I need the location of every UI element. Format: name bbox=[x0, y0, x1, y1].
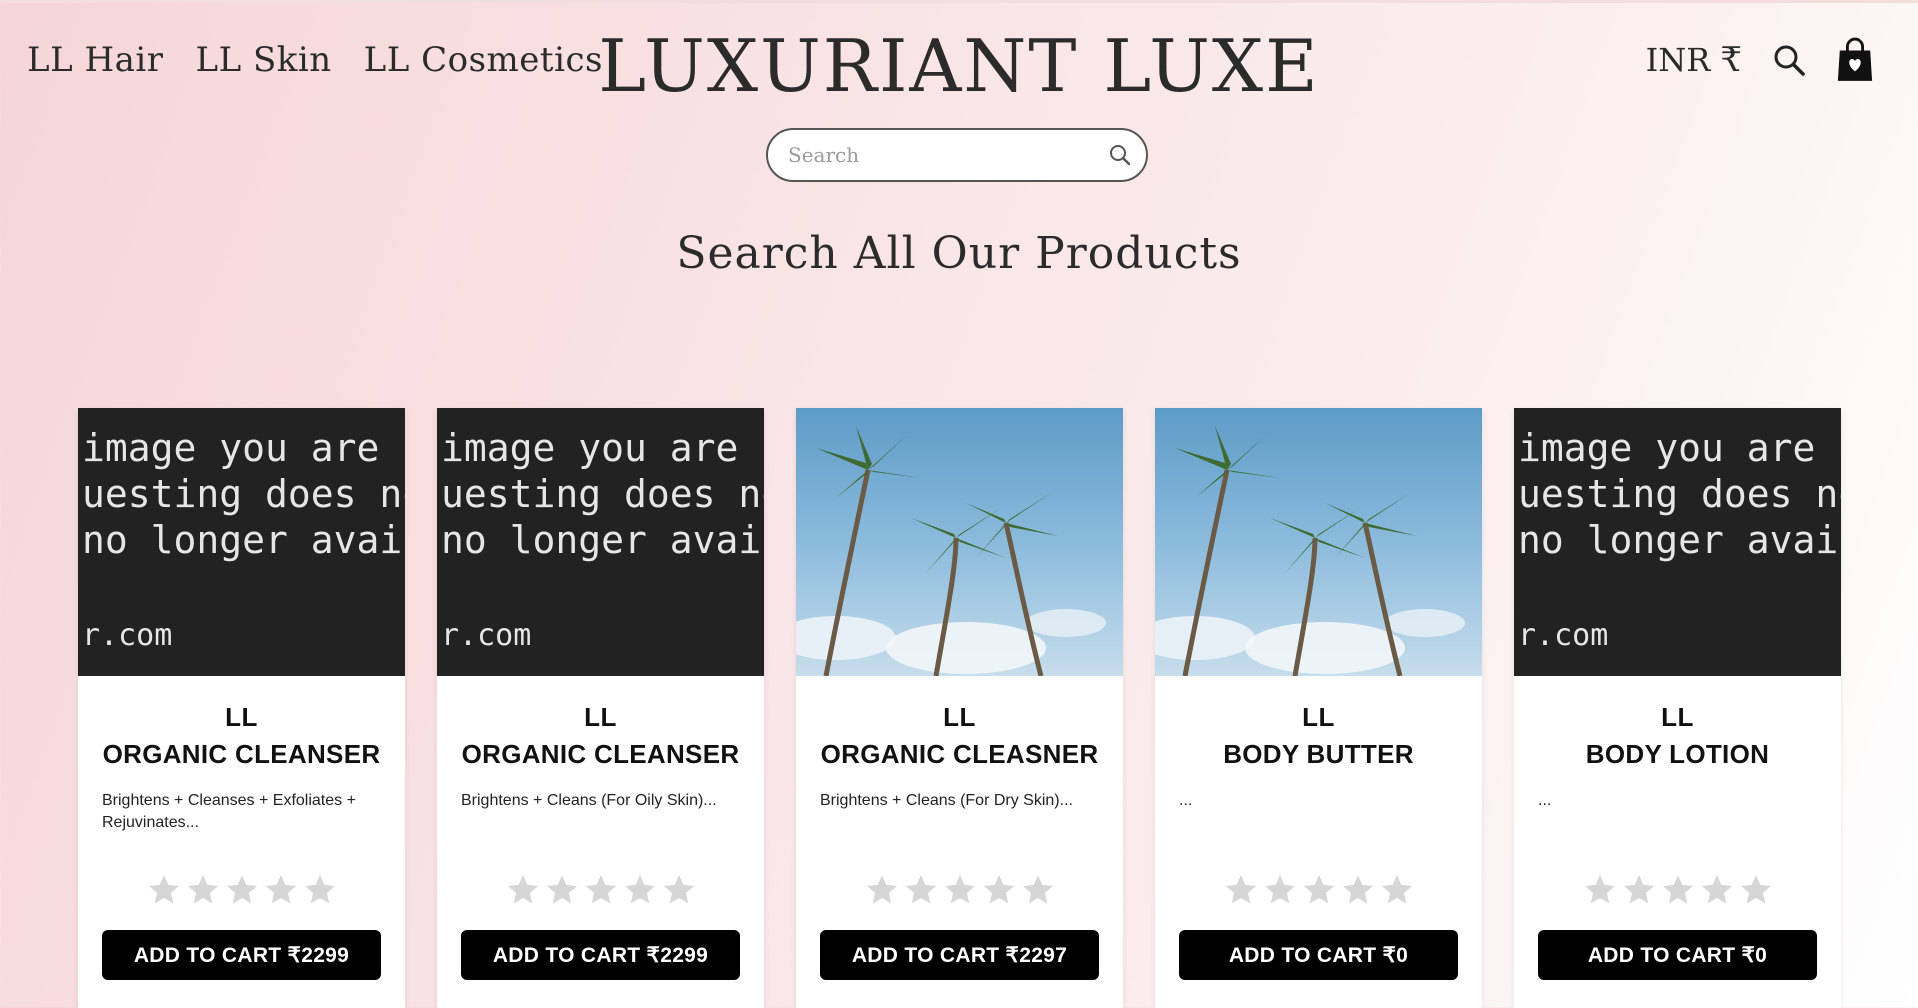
star-icon[interactable] bbox=[224, 872, 260, 908]
star-icon[interactable] bbox=[864, 872, 900, 908]
product-image[interactable]: image you are uesting does not e no long… bbox=[78, 408, 405, 676]
star-rating[interactable] bbox=[1514, 872, 1841, 908]
star-icon[interactable] bbox=[1379, 872, 1415, 908]
category-nav: LL Hair LL Skin LL Cosmetics bbox=[27, 40, 603, 80]
product-name[interactable]: ORGANIC CLEASNER bbox=[796, 739, 1123, 770]
star-icon[interactable] bbox=[185, 872, 221, 908]
add-to-cart-button[interactable]: ADD TO CART ₹0 bbox=[1538, 930, 1817, 980]
product-image[interactable] bbox=[796, 408, 1123, 676]
top-border bbox=[0, 0, 1918, 3]
star-icon[interactable] bbox=[1020, 872, 1056, 908]
product-card[interactable]: image you are uesting does not e no long… bbox=[1514, 408, 1841, 1008]
product-brand: LL bbox=[943, 702, 976, 732]
search-input[interactable] bbox=[786, 142, 1090, 168]
palm-trees-image bbox=[1155, 426, 1465, 676]
product-description: Brightens + Cleans (For Oily Skin)... bbox=[461, 792, 717, 809]
nav-link-skin[interactable]: LL Skin bbox=[196, 40, 332, 80]
star-icon[interactable] bbox=[1621, 872, 1657, 908]
star-icon[interactable] bbox=[1582, 872, 1618, 908]
search-icon[interactable] bbox=[1108, 143, 1132, 167]
star-icon[interactable] bbox=[903, 872, 939, 908]
add-to-cart-button[interactable]: ADD TO CART ₹0 bbox=[1179, 930, 1458, 980]
image-text-line: no longer availa bbox=[441, 518, 764, 562]
nav-link-cosmetics[interactable]: LL Cosmetics bbox=[364, 40, 603, 80]
product-description: Brightens + Cleanses + Exfoliates + Reju… bbox=[102, 792, 356, 831]
star-icon[interactable] bbox=[942, 872, 978, 908]
page-title: Search All Our Products bbox=[676, 228, 1242, 279]
product-card[interactable]: image you are uesting does not e no long… bbox=[78, 408, 405, 1008]
image-text-line: no longer availa bbox=[82, 518, 405, 562]
product-brand: LL bbox=[584, 702, 617, 732]
product-brand: LL bbox=[1302, 702, 1335, 732]
star-rating[interactable] bbox=[1155, 872, 1482, 908]
product-image[interactable]: image you are uesting does not e no long… bbox=[437, 408, 764, 676]
image-text-line: uesting does not e bbox=[82, 472, 405, 516]
product-description: ... bbox=[1538, 792, 1552, 809]
star-icon[interactable] bbox=[1738, 872, 1774, 908]
product-card[interactable]: LL BODY BUTTER ... ADD TO CART ₹0 bbox=[1155, 408, 1482, 1008]
product-name[interactable]: BODY LOTION bbox=[1514, 739, 1841, 770]
add-to-cart-button[interactable]: ADD TO CART ₹2297 bbox=[820, 930, 1099, 980]
product-card[interactable]: image you are uesting does not e no long… bbox=[437, 408, 764, 1008]
image-text-line: r.com bbox=[441, 618, 532, 653]
product-name[interactable]: ORGANIC CLEANSER bbox=[437, 739, 764, 770]
image-text-line: uesting does not e bbox=[441, 472, 764, 516]
product-grid: image you are uesting does not e no long… bbox=[78, 408, 1841, 1008]
star-icon[interactable] bbox=[146, 872, 182, 908]
product-brand: LL bbox=[225, 702, 258, 732]
brand-logo[interactable]: LUXURIANT LUXE bbox=[598, 24, 1319, 108]
palm-trees-image bbox=[796, 426, 1106, 676]
image-text-line: image you are bbox=[1518, 426, 1816, 470]
nav-link-hair[interactable]: LL Hair bbox=[27, 40, 164, 80]
header-actions: INR ₹ bbox=[1646, 37, 1874, 81]
image-text-line: no longer availa bbox=[1518, 518, 1841, 562]
star-icon[interactable] bbox=[622, 872, 658, 908]
search-bar bbox=[766, 128, 1148, 182]
add-to-cart-button[interactable]: ADD TO CART ₹2299 bbox=[102, 930, 381, 980]
product-description: Brightens + Cleans (For Dry Skin)... bbox=[820, 792, 1073, 809]
image-text-line: image you are bbox=[82, 426, 380, 470]
star-icon[interactable] bbox=[302, 872, 338, 908]
star-icon[interactable] bbox=[1660, 872, 1696, 908]
product-card[interactable]: LL ORGANIC CLEASNER Brightens + Cleans (… bbox=[796, 408, 1123, 1008]
product-name[interactable]: BODY BUTTER bbox=[1155, 739, 1482, 770]
image-text-line: image you are bbox=[441, 426, 739, 470]
star-icon[interactable] bbox=[1301, 872, 1337, 908]
star-icon[interactable] bbox=[981, 872, 1017, 908]
currency-code: INR bbox=[1645, 41, 1711, 79]
image-text-line: uesting does not e bbox=[1518, 472, 1841, 516]
product-image[interactable]: image you are uesting does not e no long… bbox=[1514, 408, 1841, 676]
currency-selector[interactable]: INR ₹ bbox=[1646, 40, 1742, 80]
star-icon[interactable] bbox=[505, 872, 541, 908]
add-to-cart-button[interactable]: ADD TO CART ₹2299 bbox=[461, 930, 740, 980]
shopping-bag-icon bbox=[1837, 37, 1873, 81]
image-text-line: r.com bbox=[1518, 618, 1609, 653]
star-icon[interactable] bbox=[1262, 872, 1298, 908]
product-brand: LL bbox=[1661, 702, 1694, 732]
star-icon[interactable] bbox=[1340, 872, 1376, 908]
image-text-line: r.com bbox=[82, 618, 173, 653]
star-icon[interactable] bbox=[583, 872, 619, 908]
star-rating[interactable] bbox=[78, 872, 405, 908]
star-icon[interactable] bbox=[1699, 872, 1735, 908]
star-rating[interactable] bbox=[796, 872, 1123, 908]
search-button[interactable] bbox=[1770, 40, 1808, 80]
product-name[interactable]: ORGANIC CLEANSER bbox=[78, 739, 405, 770]
search-icon bbox=[1774, 45, 1805, 76]
star-icon[interactable] bbox=[1223, 872, 1259, 908]
rupee-icon: ₹ bbox=[1720, 40, 1742, 80]
product-image[interactable] bbox=[1155, 408, 1482, 676]
star-icon[interactable] bbox=[263, 872, 299, 908]
star-rating[interactable] bbox=[437, 872, 764, 908]
cart-button[interactable] bbox=[1836, 37, 1874, 81]
product-description: ... bbox=[1179, 792, 1193, 809]
star-icon[interactable] bbox=[544, 872, 580, 908]
star-icon[interactable] bbox=[661, 872, 697, 908]
